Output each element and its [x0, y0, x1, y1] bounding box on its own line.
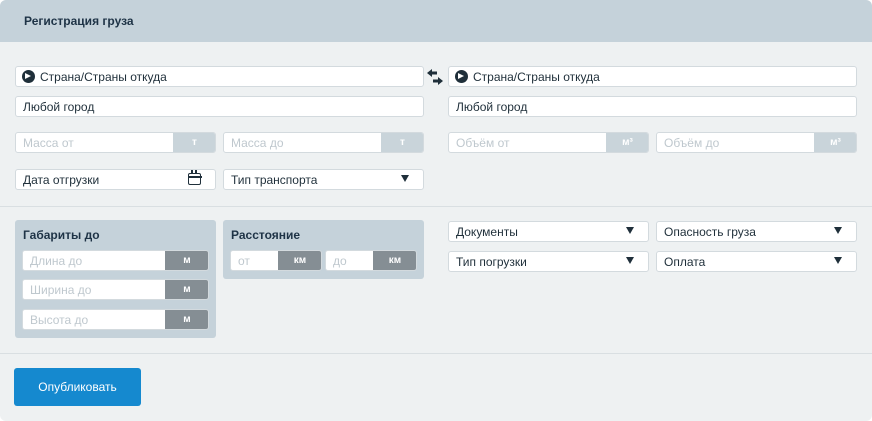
location-pin-icon — [22, 70, 35, 83]
mass-from-input[interactable]: Масса от т — [15, 132, 216, 153]
distance-title: Расстояние — [231, 228, 301, 242]
width-placeholder: Ширина до — [30, 283, 92, 297]
volume-to-placeholder: Объём до — [664, 136, 720, 150]
volume-to-unit: м³ — [814, 133, 856, 152]
to-country-label: Страна/Страны откуда — [473, 70, 600, 84]
from-city-field[interactable]: Любой город — [15, 96, 424, 117]
dropdown-arrow-icon — [834, 257, 842, 264]
width-input[interactable]: Ширина до м — [22, 279, 209, 300]
distance-panel: Расстояние от км до км — [223, 220, 424, 279]
distance-from-unit: км — [278, 251, 321, 270]
to-country-field[interactable]: Страна/Страны откуда — [448, 66, 857, 87]
volume-from-placeholder: Объём от — [456, 136, 510, 150]
distance-from-input[interactable]: от км — [230, 250, 322, 271]
documents-select[interactable]: Документы — [448, 221, 649, 242]
shipment-date-field[interactable]: Дата отгрузки — [15, 169, 216, 190]
transport-type-label: Тип транспорта — [231, 173, 318, 187]
distance-to-unit: км — [373, 251, 416, 270]
shipment-date-label: Дата отгрузки — [23, 173, 100, 187]
mass-to-input[interactable]: Масса до т — [223, 132, 424, 153]
mass-from-unit: т — [173, 133, 215, 152]
from-country-field[interactable]: Страна/Страны откуда — [15, 66, 424, 87]
to-city-label: Любой город — [456, 100, 528, 114]
distance-from-placeholder: от — [238, 254, 250, 268]
mass-to-unit: т — [381, 133, 423, 152]
swap-direction-icon[interactable] — [426, 68, 444, 86]
loading-type-label: Тип погрузки — [456, 255, 527, 269]
form-header: Регистрация груза — [0, 0, 872, 42]
length-unit: м — [165, 251, 208, 270]
height-input[interactable]: Высота до м — [22, 309, 209, 330]
location-pin-icon — [455, 70, 468, 83]
width-unit: м — [165, 280, 208, 299]
payment-label: Оплата — [664, 255, 706, 269]
height-placeholder: Высота до — [30, 313, 89, 327]
height-unit: м — [165, 310, 208, 329]
payment-select[interactable]: Оплата — [656, 251, 857, 272]
loading-type-select[interactable]: Тип погрузки — [448, 251, 649, 272]
volume-from-unit: м³ — [606, 133, 648, 152]
dropdown-arrow-icon — [626, 227, 634, 234]
footer-divider — [0, 353, 872, 354]
dropdown-arrow-icon — [401, 175, 409, 182]
hazard-label: Опасность груза — [664, 225, 756, 239]
distance-to-input[interactable]: до км — [325, 250, 417, 271]
length-placeholder: Длина до — [30, 254, 83, 268]
dimensions-panel: Габариты до Длина до м Ширина до м Высот… — [15, 220, 216, 338]
volume-to-input[interactable]: Объём до м³ — [656, 132, 857, 153]
from-city-label: Любой город — [23, 100, 95, 114]
from-country-label: Страна/Страны откуда — [40, 70, 167, 84]
distance-to-placeholder: до — [333, 254, 347, 268]
to-city-field[interactable]: Любой город — [448, 96, 857, 117]
dropdown-arrow-icon — [626, 257, 634, 264]
volume-from-input[interactable]: Объём от м³ — [448, 132, 649, 153]
mass-to-placeholder: Масса до — [231, 136, 284, 150]
transport-type-select[interactable]: Тип транспорта — [223, 169, 424, 190]
mass-from-placeholder: Масса от — [23, 136, 74, 150]
dimensions-title: Габариты до — [23, 228, 100, 242]
form-title: Регистрация груза — [24, 14, 134, 28]
hazard-select[interactable]: Опасность груза — [656, 221, 857, 242]
documents-label: Документы — [456, 225, 518, 239]
length-input[interactable]: Длина до м — [22, 250, 209, 271]
publish-button[interactable]: Опубликовать — [14, 368, 141, 406]
cargo-form-card: Регистрация груза Страна/Страны откуда Л… — [0, 0, 872, 421]
section-divider — [0, 206, 872, 207]
dropdown-arrow-icon — [834, 227, 842, 234]
calendar-icon — [187, 170, 202, 185]
